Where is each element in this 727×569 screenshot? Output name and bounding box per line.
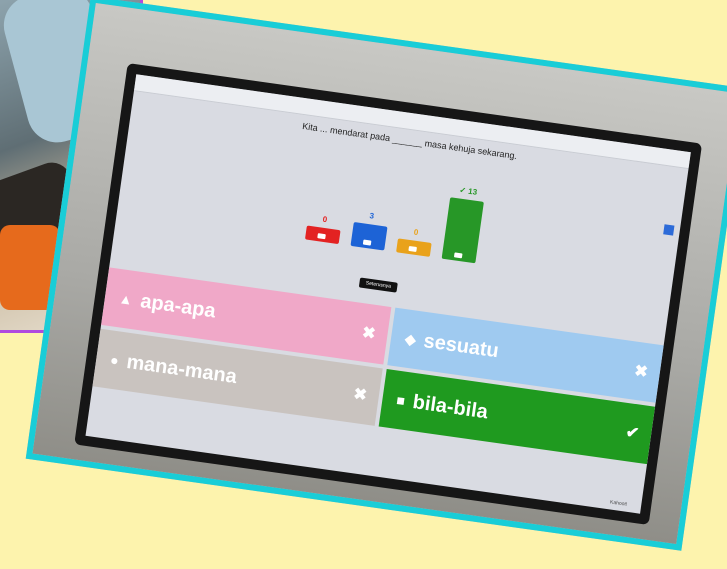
answer-label: sesuatu — [422, 329, 501, 362]
result-bar-0: 0 — [304, 215, 341, 245]
bar-triangle — [304, 225, 341, 245]
footer-text: Kahoot! — [609, 499, 628, 508]
answer-grid: ▲ apa-apa ✖ ● mana-mana ✖ ◆ sesuatu ✖ ■ … — [85, 267, 664, 513]
bar-circle — [396, 238, 432, 257]
check-icon: ✔ — [624, 424, 641, 443]
result-bar-2: 0 — [396, 228, 432, 257]
cross-icon: ✖ — [360, 324, 377, 344]
next-button[interactable]: Seterusnya — [358, 277, 398, 293]
answer-label: mana-mana — [125, 350, 239, 388]
side-button[interactable] — [663, 224, 675, 236]
result-value-1: 3 — [369, 211, 375, 221]
result-bar-3: ✓ 13 — [441, 185, 484, 264]
cross-icon: ✖ — [352, 385, 368, 405]
results-chart: 0 3 0 ✓ 13 — [302, 160, 494, 284]
result-bar-1: 3 — [350, 211, 388, 251]
result-value-0: 0 — [322, 214, 328, 225]
diamond-icon: ◆ — [404, 329, 418, 348]
triangle-icon: ▲ — [117, 290, 134, 308]
result-value-3: ✓ 13 — [458, 185, 478, 197]
answer-label: bila-bila — [411, 390, 490, 423]
square-icon: ■ — [395, 391, 407, 409]
photo-frame: Kita ... mendarat pada ______ masa kehuj… — [25, 0, 727, 551]
bar-square — [441, 197, 484, 264]
monitor: Kita ... mendarat pada ______ masa kehuj… — [74, 63, 703, 525]
bar-diamond — [350, 222, 388, 251]
cross-icon: ✖ — [633, 362, 649, 382]
answer-label: apa-apa — [139, 289, 218, 323]
result-value-2: 0 — [413, 227, 419, 238]
quiz-screen: Kita ... mendarat pada ______ masa kehuj… — [85, 74, 691, 514]
circle-icon: ● — [109, 351, 120, 369]
